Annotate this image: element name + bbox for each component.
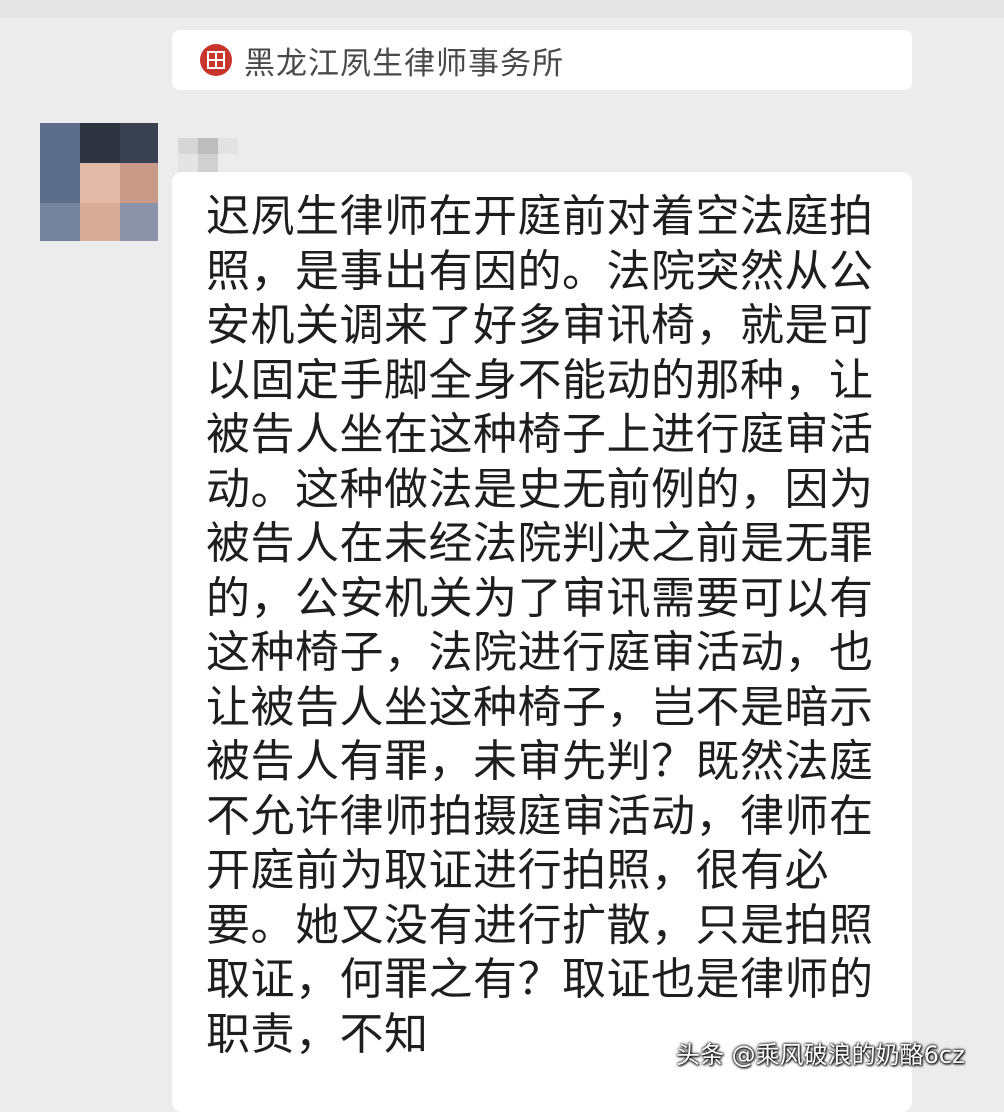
message-text: 迟夙生律师在开庭前对着空法庭拍照，是事出有因的。法院突然从公安机关调来了好多审讯…: [206, 191, 874, 1060]
nickname-redacted: [178, 138, 238, 172]
firm-name: 黑龙江夙生律师事务所: [244, 45, 564, 82]
avatar[interactable]: [40, 123, 158, 241]
message-bubble[interactable]: 迟夙生律师在开庭前对着空法庭拍照，是事出有因的。法院突然从公安机关调来了好多审讯…: [172, 172, 912, 1112]
top-strip: [0, 0, 1004, 18]
firm-card[interactable]: 黑龙江夙生律师事务所: [172, 30, 912, 90]
watermark: 头条 @乘风破浪的奶酪6cz: [676, 1041, 965, 1069]
firm-logo-icon: [200, 44, 232, 76]
